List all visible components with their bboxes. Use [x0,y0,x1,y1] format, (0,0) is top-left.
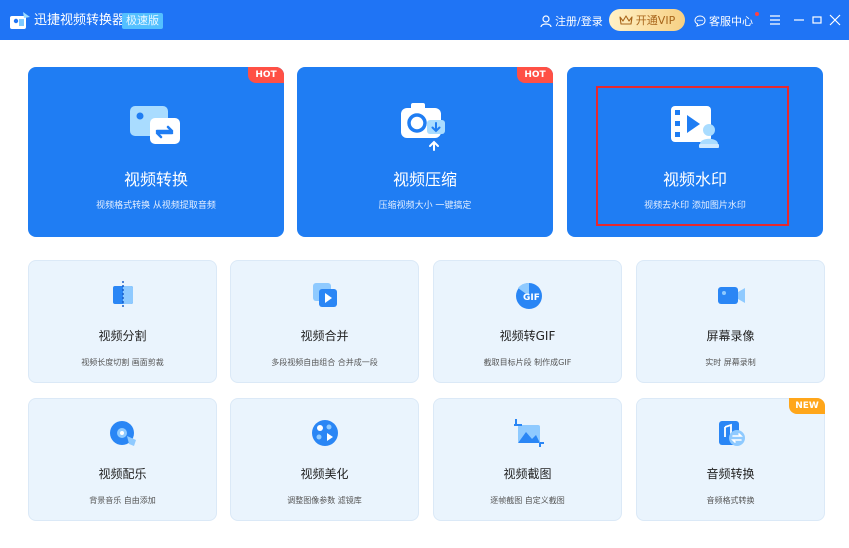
minimize-icon[interactable] [791,12,807,28]
video-merge-icon [313,283,337,307]
close-icon[interactable] [827,12,843,28]
video-split-card[interactable]: 视频分割 视频长度切割 画面剪裁 [28,260,217,383]
new-badge: NEW [789,398,825,414]
app-logo-icon [10,12,30,29]
card-title: 音频转换 [706,467,755,481]
title-bar: 迅捷视频转换器 极速版 注册/登录 开通VIP 客服中心 [0,0,849,40]
maximize-icon[interactable] [809,12,825,28]
card-description: 逐帧截图 自定义截图 [490,496,565,505]
video-convert-card[interactable]: HOT 视频转换 视频格式转换 从视频提取音频 [28,67,284,237]
card-title: 屏幕录像 [706,329,755,343]
service-label: 客服中心 [709,15,753,28]
audio-convert-icon [719,421,745,446]
card-description: 压缩视频大小 一键搞定 [378,201,472,211]
card-title: 视频转换 [123,170,188,189]
card-title: 视频截图 [503,467,552,481]
card-title: 视频配乐 [98,467,147,481]
card-description: 视频长度切割 画面剪裁 [81,358,164,367]
screenshot-icon [514,419,544,447]
card-description: 实时 屏幕录制 [705,358,756,367]
card-description: 音频格式转换 [706,496,755,505]
customer-service-link[interactable]: 客服中心 [694,12,753,30]
card-description: 背景音乐 自由添加 [89,496,156,505]
video-music-card[interactable]: 视频配乐 背景音乐 自由添加 [28,398,217,521]
card-title: 视频美化 [300,467,349,481]
video-compress-card[interactable]: HOT 视频压缩 压缩视频大小 一键搞定 [297,67,553,237]
gif-icon: GIF [516,282,542,309]
hot-badge: HOT [248,67,284,83]
card-title: 视频分割 [98,329,147,343]
hot-badge: HOT [517,67,553,83]
card-description: 视频格式转换 从视频提取音频 [96,201,216,211]
audio-convert-card[interactable]: NEW 音频转换 音频格式转换 [636,398,825,521]
user-icon [540,14,552,27]
crown-icon [619,15,633,25]
app-title: 迅捷视频转换器 [34,13,126,28]
video-split-icon [113,281,133,309]
card-title: 视频压缩 [392,170,457,189]
card-description: 多段视频自由组合 合并成一段 [271,358,378,367]
video-screenshot-card[interactable]: 视频截图 逐帧截图 自定义截图 [433,398,622,521]
menu-icon[interactable] [767,12,783,28]
notification-dot [755,12,759,16]
chat-icon [694,15,706,27]
video-beautify-card[interactable]: 视频美化 调整图像参数 滤镜库 [230,398,419,521]
music-disc-icon [110,421,136,446]
camera-icon [718,287,745,304]
card-description: 截取目标片段 制作成GIF [483,358,572,367]
video-convert-icon [130,106,180,144]
palette-icon [312,420,338,446]
login-link[interactable]: 注册/登录 [540,12,603,30]
card-title: 视频转GIF [499,329,556,343]
screen-record-card[interactable]: 屏幕录像 实时 屏幕录制 [636,260,825,383]
edition-badge: 极速版 [122,13,163,29]
video-to-gif-card[interactable]: GIF 视频转GIF 截取目标片段 制作成GIF [433,260,622,383]
gif-icon-text: GIF [523,293,540,303]
vip-label: 开通VIP [635,14,676,27]
video-merge-card[interactable]: 视频合并 多段视频自由组合 合并成一段 [230,260,419,383]
video-compress-icon [401,103,445,151]
login-label: 注册/登录 [555,15,603,28]
vip-button[interactable]: 开通VIP [609,9,685,31]
card-title: 视频合并 [300,329,349,343]
card-description: 调整图像参数 滤镜库 [287,496,362,505]
selection-highlight [596,86,789,226]
